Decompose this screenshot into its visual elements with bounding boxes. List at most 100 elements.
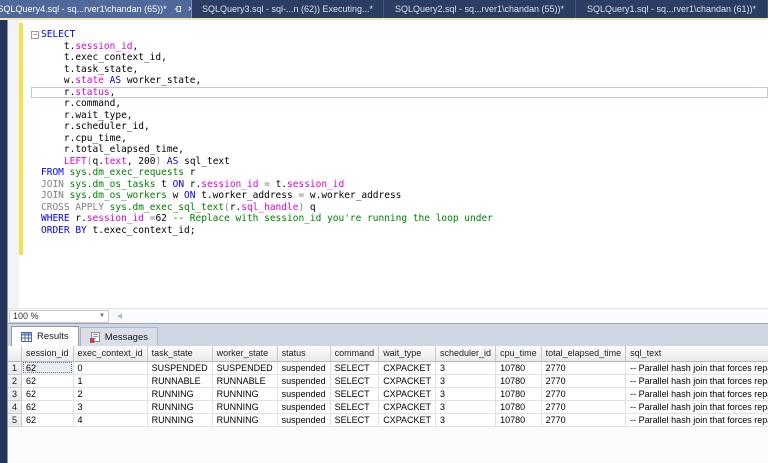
grid-cell[interactable]: 10780 [496,400,542,413]
grid-cell[interactable]: 3 [436,400,496,413]
code-line[interactable]: r.status, [31,87,768,99]
grid-cell[interactable]: suspended [277,374,330,387]
column-header-worker_state[interactable]: worker_state [212,346,277,361]
code-line[interactable]: t.session_id, [31,41,768,53]
pin-icon[interactable] [174,5,182,13]
grid-cell[interactable]: suspended [277,361,330,374]
grid-cell[interactable]: CXPACKET [379,387,436,400]
sql-editor[interactable]: −SELECT t.session_id, t.exec_context_id,… [8,20,768,308]
grid-cell[interactable]: -- Parallel hash join that forces repart… [626,374,768,387]
tab-sqlquery3[interactable]: SQLQuery3.sql - sql-...n (62)) Executing… [192,0,384,18]
row-number-cell[interactable]: 5 [8,413,22,426]
grid-cell[interactable]: RUNNING [147,413,212,426]
grid-cell[interactable]: RUNNING [147,387,212,400]
grid-cell[interactable]: 2770 [541,374,626,387]
grid-cell[interactable]: 2770 [541,361,626,374]
tab-results[interactable]: Results [11,326,79,346]
row-number-cell[interactable]: 1 [8,361,22,374]
grid-cell[interactable]: 3 [436,413,496,426]
code-line[interactable]: JOIN sys.dm_os_tasks t ON r.session_id =… [31,179,768,191]
code-line[interactable]: r.scheduler_id, [31,121,768,133]
grid-cell[interactable]: suspended [277,400,330,413]
row-number-cell[interactable]: 3 [8,387,22,400]
grid-cell[interactable]: RUNNABLE [212,374,277,387]
grid-cell[interactable]: 3 [436,361,496,374]
row-number-header[interactable] [8,346,22,361]
grid-cell[interactable]: 2770 [541,387,626,400]
code-line[interactable]: −SELECT [31,29,768,41]
grid-cell[interactable]: 10780 [496,413,542,426]
column-header-wait_type[interactable]: wait_type [379,346,436,361]
grid-cell[interactable]: 10780 [496,361,542,374]
code-line[interactable]: r.total_elapsed_time, [31,144,768,156]
grid-cell[interactable]: SELECT [330,413,379,426]
grid-cell[interactable]: 62 [22,400,74,413]
grid-cell[interactable]: -- Parallel hash join that forces repart… [626,361,768,374]
tab-sqlquery1[interactable]: SQLQuery1.sql - sq...rver1\chandan (61))… [576,0,768,18]
code-line[interactable]: FROM sys.dm_exec_requests r [31,167,768,179]
grid-cell[interactable]: 62 [22,374,74,387]
column-header-command[interactable]: command [330,346,379,361]
grid-cell[interactable]: 62 [22,361,74,374]
grid-cell[interactable]: suspended [277,387,330,400]
code-line[interactable]: w.state AS worker_state, [31,75,768,87]
grid-cell[interactable]: CXPACKET [379,400,436,413]
row-number-cell[interactable]: 4 [8,400,22,413]
grid-cell[interactable]: RUNNABLE [147,374,212,387]
column-header-task_state[interactable]: task_state [147,346,212,361]
grid-cell[interactable]: CXPACKET [379,361,436,374]
code-line[interactable]: LEFT(q.text, 200) AS sql_text [31,156,768,168]
grid-cell[interactable]: SUSPENDED [147,361,212,374]
grid-cell[interactable]: 62 [22,387,74,400]
code-line[interactable]: t.exec_context_id, [31,52,768,64]
grid-cell[interactable]: suspended [277,413,330,426]
code-line[interactable]: JOIN sys.dm_os_workers w ON t.worker_add… [31,190,768,202]
code-line[interactable]: WHERE r.session_id =62 -- Replace with s… [31,213,768,225]
grid-cell[interactable]: 4 [73,413,147,426]
grid-cell[interactable]: SELECT [330,400,379,413]
fold-collapse-icon[interactable]: − [31,31,39,39]
sql-code[interactable]: −SELECT t.session_id, t.exec_context_id,… [31,20,768,236]
grid-cell[interactable]: RUNNING [212,400,277,413]
code-line[interactable]: r.wait_type, [31,110,768,122]
code-line[interactable]: r.command, [31,98,768,110]
grid-cell[interactable]: 2770 [541,413,626,426]
grid-cell[interactable]: SELECT [330,361,379,374]
code-line[interactable]: t.task_state, [31,64,768,76]
column-header-total_elapsed_time[interactable]: total_elapsed_time [541,346,626,361]
grid-cell[interactable]: -- Parallel hash join that forces repart… [626,413,768,426]
grid-cell[interactable]: 3 [436,387,496,400]
code-line[interactable]: CROSS APPLY sys.dm_exec_sql_text(r.sql_h… [31,202,768,214]
grid-cell[interactable]: RUNNING [212,413,277,426]
tab-messages[interactable]: Messages [80,327,158,346]
grid-cell[interactable]: 2 [73,387,147,400]
tab-sqlquery4[interactable]: SQLQuery4.sql - sq...rver1\chandan (65))… [0,0,192,18]
code-line[interactable]: ORDER BY t.exec_context_id; [31,225,768,237]
column-header-status[interactable]: status [277,346,330,361]
grid-cell[interactable]: 62 [22,413,74,426]
editor-zoom-select[interactable]: 100 % ▼ [9,310,109,323]
editor-horizontal-scrollbar[interactable] [122,310,768,323]
column-header-scheduler_id[interactable]: scheduler_id [436,346,496,361]
column-header-cpu_time[interactable]: cpu_time [496,346,542,361]
grid-cell[interactable]: 10780 [496,387,542,400]
row-number-cell[interactable]: 2 [8,374,22,387]
grid-cell[interactable]: SELECT [330,374,379,387]
grid-cell[interactable]: 3 [73,400,147,413]
grid-cell[interactable]: -- Parallel hash join that forces repart… [626,387,768,400]
grid-cell[interactable]: 10780 [496,374,542,387]
grid-cell[interactable]: RUNNING [147,400,212,413]
grid-cell[interactable]: 1 [73,374,147,387]
grid-cell[interactable]: 3 [436,374,496,387]
grid-cell[interactable]: 2770 [541,400,626,413]
grid-cell[interactable]: CXPACKET [379,413,436,426]
column-header-sql_text[interactable]: sql_text [626,346,768,361]
grid-cell[interactable]: CXPACKET [379,374,436,387]
grid-cell[interactable]: RUNNING [212,387,277,400]
grid-cell[interactable]: 0 [73,361,147,374]
grid-cell[interactable]: -- Parallel hash join that forces repart… [626,400,768,413]
column-header-session_id[interactable]: session_id [22,346,74,361]
grid-cell[interactable]: SUSPENDED [212,361,277,374]
column-header-exec_context_id[interactable]: exec_context_id [73,346,147,361]
grid-cell[interactable]: SELECT [330,387,379,400]
